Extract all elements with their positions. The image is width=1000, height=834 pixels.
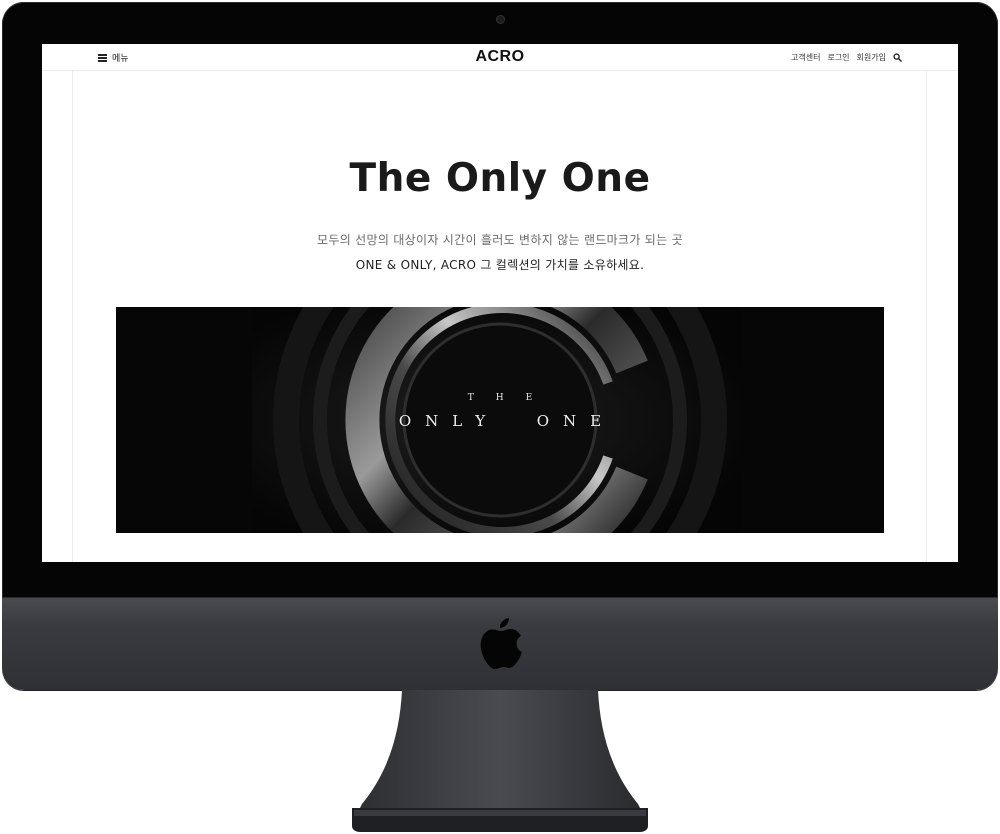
hero-subtitle-line1: 모두의 선망의 대상이자 시간이 흘러도 변하지 않는 랜드마크가 되는 곳	[317, 233, 683, 247]
nav-signup[interactable]: 회원가입	[857, 52, 886, 63]
page-border-left	[72, 70, 73, 562]
browser-screen: 메뉴 ACRO 고객센터 로그인 회원가입 The Only One 모두의 선…	[42, 44, 958, 562]
monitor-stand	[352, 690, 648, 832]
banner-small-text: THE	[467, 393, 555, 403]
banner-large-text: ONLY ONE	[398, 412, 616, 430]
nav-login[interactable]: 로그인	[827, 52, 849, 63]
hero-title: The Only One	[349, 156, 651, 201]
nav-customer-center[interactable]: 고객센터	[791, 52, 820, 63]
webcam	[497, 16, 504, 23]
hero-subtitle-line2: ONE & ONLY, ACRO 그 컬렉션의 가치를 소유하세요.	[355, 258, 645, 272]
site-header: 메뉴 ACRO 고객센터 로그인 회원가입	[42, 44, 958, 71]
page-border-right	[926, 70, 927, 562]
utility-nav: 고객센터 로그인 회원가입	[791, 52, 902, 63]
search-icon[interactable]	[893, 53, 902, 62]
apple-logo-icon	[480, 618, 522, 669]
hero-banner[interactable]: THE ONLY ONE	[116, 307, 884, 533]
